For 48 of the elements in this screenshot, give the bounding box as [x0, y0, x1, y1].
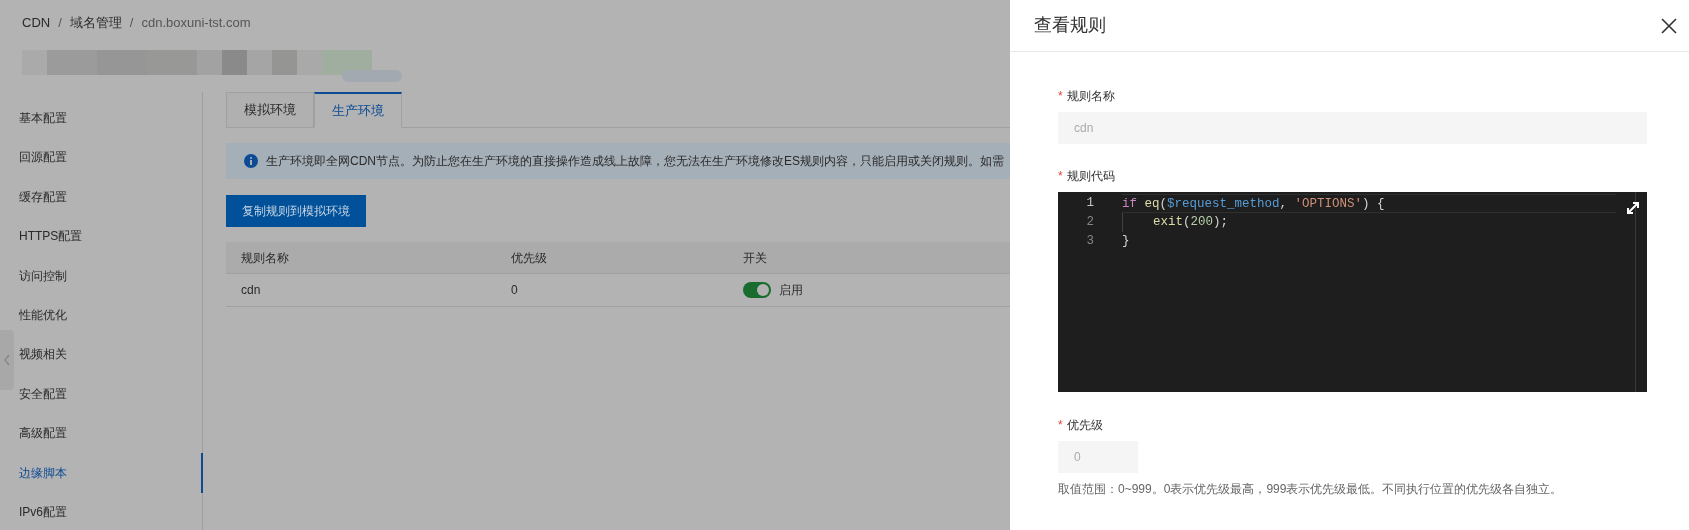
switch-label: 启用	[779, 282, 803, 299]
info-icon	[244, 154, 258, 168]
sidebar-item[interactable]: 高级配置	[19, 424, 67, 443]
breadcrumb-current[interactable]: cdn.boxuni-tst.com	[141, 13, 251, 33]
environment-tab[interactable]: 生产环境	[314, 92, 402, 128]
breadcrumb-separator: /	[129, 14, 134, 33]
copy-rules-button[interactable]: 复制规则到模拟环境	[226, 195, 366, 227]
line-number: 3	[1085, 233, 1095, 251]
code-line: if eq($request_method, 'OPTIONS') {	[1122, 194, 1616, 213]
field-label: 优先级	[1066, 417, 1103, 434]
collapse-handle[interactable]	[0, 330, 14, 390]
line-number: 1	[1085, 195, 1095, 213]
chevron-left-icon	[3, 354, 11, 366]
sidebar-item[interactable]: IPv6配置	[19, 503, 67, 522]
sidebar-item[interactable]: 回源配置	[19, 148, 67, 167]
sidebar-item[interactable]: 安全配置	[19, 384, 67, 403]
column-header: 规则名称	[241, 249, 290, 267]
table-cell-text: cdn	[241, 282, 262, 299]
help-text: 取值范围：0~999。0表示优先级最高，999表示优先级最低。不同执行位置的优先级各自独立。	[1058, 481, 1564, 498]
required-mark: *	[1058, 168, 1063, 185]
sidebar-item[interactable]: 边缘脚本	[19, 463, 67, 482]
sidebar-item[interactable]: 基本配置	[19, 108, 67, 127]
sidebar-item[interactable]: 访问控制	[19, 266, 67, 285]
sidebar-item[interactable]: 视频相关	[19, 345, 67, 364]
alert-text: 生产环境即全网CDN节点。为防止您在生产环境的直接操作造成线上故障，您无法在生产环境修改ES规则内容，只能启用或关闭规则。如需	[266, 153, 1004, 170]
expand-icon[interactable]	[1626, 201, 1640, 215]
breadcrumb-separator: /	[58, 14, 62, 33]
code-line: exit(200);	[1122, 213, 1229, 232]
required-mark: *	[1058, 88, 1063, 105]
required-mark: *	[1058, 417, 1063, 434]
column-header: 优先级	[511, 249, 548, 267]
field-label: 规则名称	[1066, 88, 1115, 105]
drawer-title: 查看规则	[1034, 14, 1106, 37]
sidebar-item[interactable]: 性能优化	[19, 306, 67, 324]
toggle-switch[interactable]	[743, 282, 771, 298]
code-line: }	[1122, 233, 1130, 250]
field-label: 规则代码	[1066, 168, 1115, 185]
line-number: 2	[1085, 214, 1095, 232]
close-icon	[1661, 17, 1677, 34]
sidebar-item[interactable]: 缓存配置	[19, 187, 67, 206]
column-header: 开关	[743, 249, 768, 267]
table-cell-text: 0	[511, 282, 519, 299]
breadcrumb-link[interactable]: 域名管理	[69, 13, 122, 33]
close-button[interactable]	[1659, 15, 1679, 36]
breadcrumb-link[interactable]: CDN	[22, 13, 51, 33]
sidebar-item[interactable]: HTTPS配置	[19, 227, 83, 246]
code-editor[interactable]: 1 if eq($request_method, 'OPTIONS') { 2 exit(200); 3 }	[1058, 192, 1647, 392]
environment-tab[interactable]: 模拟环境	[226, 92, 314, 128]
